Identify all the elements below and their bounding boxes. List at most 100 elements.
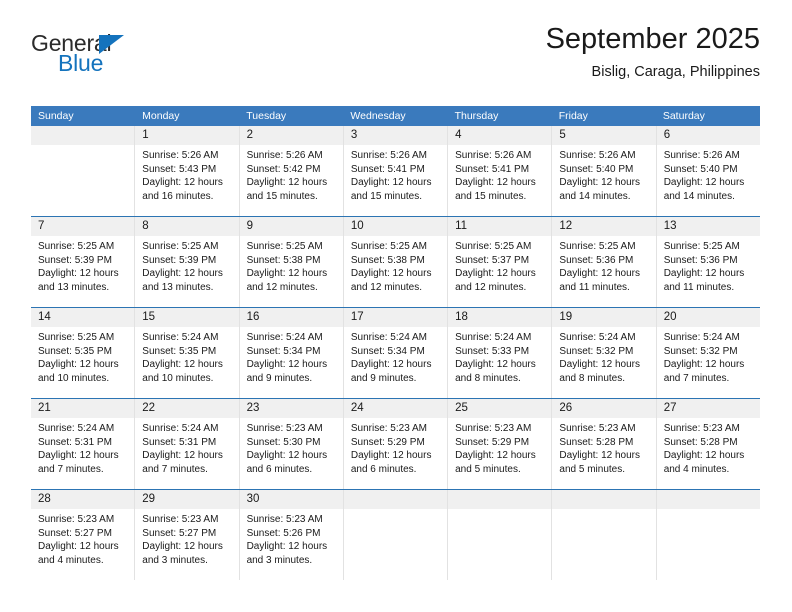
day-number [343,490,448,509]
day-cell-14[interactable]: 14 Sunrise: 5:25 AM Sunset: 5:35 PM Dayligh… [31,308,135,398]
day-cell-22[interactable]: 22 Sunrise: 5:24 AM Sunset: 5:31 PM Dayligh… [134,399,239,489]
sunrise-text: Sunrise: 5:23 AM [38,514,115,525]
daylight-text-line1: Daylight: 12 hours [142,177,223,189]
sunset-text: Sunset: 5:39 PM [38,254,112,266]
calendar-week-row: 21 Sunrise: 5:24 AM Sunset: 5:31 PM Dayligh… [31,398,760,489]
sunset-text: Sunset: 5:39 PM [142,254,217,266]
weekday-header-thursday: Thursday [454,110,499,122]
sunset-text: Sunset: 5:28 PM [663,436,738,448]
general-blue-logo[interactable]: General Blue [31,32,261,92]
day-cell-25[interactable]: 25 Sunrise: 5:23 AM Sunset: 5:29 PM Dayligh… [447,399,552,489]
sunset-text: Sunset: 5:42 PM [246,163,321,175]
sunrise-text: Sunrise: 5:23 AM [663,423,740,434]
day-cell-11[interactable]: 11 Sunrise: 5:25 AM Sunset: 5:37 PM Dayligh… [447,217,552,307]
logo-text-blue: Blue [58,50,104,76]
day-cell-3[interactable]: 3 Sunrise: 5:26 AM Sunset: 5:41 PM Daylight… [342,126,448,216]
page-title: September 2025 [545,23,760,55]
day-cell-5[interactable]: 5 Sunrise: 5:26 AM Sunset: 5:40 PM Daylight… [551,126,656,216]
daylight-text-line1: Daylight: 12 hours [663,359,745,371]
day-number: 9 [239,217,343,236]
day-cell-empty [31,126,135,216]
sunset-text: Sunset: 5:29 PM [455,436,530,448]
day-details: Sunrise: 5:23 AM Sunset: 5:28 PM Daylight:… [657,418,760,483]
day-details: Sunrise: 5:23 AM Sunset: 5:29 PM Daylight:… [448,418,551,483]
day-number: 30 [239,490,343,509]
daylight-text-line1: Daylight: 12 hours [559,359,641,371]
day-cell-9[interactable]: 9 Sunrise: 5:25 AM Sunset: 5:38 PM Daylight… [238,217,343,307]
sunset-text: Sunset: 5:40 PM [663,163,738,175]
sunrise-text: Sunrise: 5:23 AM [142,514,219,525]
sunset-text: Sunset: 5:36 PM [559,254,634,266]
day-cell-1[interactable]: 1 Sunrise: 5:26 AM Sunset: 5:43 PM Daylight… [134,126,239,216]
day-cell-7[interactable]: 7 Sunrise: 5:25 AM Sunset: 5:39 PM Daylight… [31,217,135,307]
daylight-text-line1: Daylight: 12 hours [38,541,119,553]
sunrise-text: Sunrise: 5:26 AM [142,150,219,161]
day-cell-28[interactable]: 28 Sunrise: 5:23 AM Sunset: 5:27 PM Dayligh… [31,490,135,580]
day-cell-30[interactable]: 30 Sunrise: 5:23 AM Sunset: 5:26 PM Dayligh… [238,490,343,580]
day-number [656,490,760,509]
day-details: Sunrise: 5:25 AM Sunset: 5:39 PM Daylight:… [135,236,238,301]
sunset-text: Sunset: 5:38 PM [350,254,425,266]
sunrise-text: Sunrise: 5:23 AM [455,423,532,434]
daylight-text-line2: and 4 minutes. [38,554,104,566]
day-cell-6[interactable]: 6 Sunrise: 5:26 AM Sunset: 5:40 PM Daylight… [655,126,760,216]
sunset-text: Sunset: 5:37 PM [455,254,530,266]
day-cell-19[interactable]: 19 Sunrise: 5:24 AM Sunset: 5:32 PM Dayligh… [551,308,656,398]
day-cell-26[interactable]: 26 Sunrise: 5:23 AM Sunset: 5:28 PM Dayligh… [551,399,656,489]
day-number: 2 [239,126,343,145]
calendar-week-row: 1 Sunrise: 5:26 AM Sunset: 5:43 PM Daylight… [31,126,760,216]
day-details: Sunrise: 5:26 AM Sunset: 5:42 PM Daylight:… [240,145,343,210]
day-number: 22 [135,399,239,418]
daylight-text-line2: and 7 minutes. [663,372,730,384]
day-cell-20[interactable]: 20 Sunrise: 5:24 AM Sunset: 5:32 PM Dayligh… [655,308,760,398]
day-cell-17[interactable]: 17 Sunrise: 5:24 AM Sunset: 5:34 PM Dayligh… [342,308,448,398]
daylight-text-line2: and 3 minutes. [142,554,208,566]
daylight-text-line1: Daylight: 12 hours [246,541,328,553]
daylight-text-line2: and 8 minutes. [559,372,626,384]
day-number: 24 [343,399,448,418]
daylight-text-line2: and 6 minutes. [246,463,313,475]
day-cell-empty [655,490,760,580]
day-cell-23[interactable]: 23 Sunrise: 5:23 AM Sunset: 5:30 PM Dayligh… [238,399,343,489]
daylight-text-line2: and 3 minutes. [246,554,313,566]
sunset-text: Sunset: 5:41 PM [350,163,425,175]
daylight-text-line1: Daylight: 12 hours [663,450,745,462]
day-cell-18[interactable]: 18 Sunrise: 5:24 AM Sunset: 5:33 PM Dayligh… [447,308,552,398]
day-cell-29[interactable]: 29 Sunrise: 5:23 AM Sunset: 5:27 PM Dayligh… [134,490,239,580]
daylight-text-line2: and 14 minutes. [663,190,735,202]
day-details: Sunrise: 5:23 AM Sunset: 5:29 PM Daylight:… [344,418,447,483]
day-details: Sunrise: 5:24 AM Sunset: 5:32 PM Daylight:… [552,327,655,392]
day-cell-12[interactable]: 12 Sunrise: 5:25 AM Sunset: 5:36 PM Dayligh… [551,217,656,307]
sunrise-text: Sunrise: 5:23 AM [350,423,427,434]
daylight-text-line1: Daylight: 12 hours [350,177,432,189]
day-cell-8[interactable]: 8 Sunrise: 5:25 AM Sunset: 5:39 PM Daylight… [134,217,239,307]
day-cell-24[interactable]: 24 Sunrise: 5:23 AM Sunset: 5:29 PM Dayligh… [342,399,448,489]
daylight-text-line1: Daylight: 12 hours [142,450,223,462]
day-cell-27[interactable]: 27 Sunrise: 5:23 AM Sunset: 5:28 PM Dayligh… [655,399,760,489]
sunset-text: Sunset: 5:30 PM [246,436,321,448]
daylight-text-line2: and 10 minutes. [38,372,110,384]
day-cell-15[interactable]: 15 Sunrise: 5:24 AM Sunset: 5:35 PM Dayligh… [134,308,239,398]
day-number [31,126,135,145]
day-cell-21[interactable]: 21 Sunrise: 5:24 AM Sunset: 5:31 PM Dayligh… [31,399,135,489]
day-number: 7 [31,217,135,236]
daylight-text-line2: and 7 minutes. [142,463,208,475]
weekday-header-friday: Friday [558,110,588,122]
day-cell-2[interactable]: 2 Sunrise: 5:26 AM Sunset: 5:42 PM Daylight… [238,126,343,216]
daylight-text-line2: and 14 minutes. [559,190,631,202]
sunrise-text: Sunrise: 5:24 AM [38,423,115,434]
sunset-text: Sunset: 5:34 PM [350,345,425,357]
calendar-grid: Sunday Monday Tuesday Wednesday Thursday Frid… [31,106,760,580]
daylight-text-line1: Daylight: 12 hours [38,450,119,462]
day-cell-4[interactable]: 4 Sunrise: 5:26 AM Sunset: 5:41 PM Daylight… [447,126,552,216]
daylight-text-line1: Daylight: 12 hours [663,268,745,280]
daylight-text-line2: and 5 minutes. [559,463,626,475]
day-cell-10[interactable]: 10 Sunrise: 5:25 AM Sunset: 5:38 PM Dayligh… [342,217,448,307]
sunrise-text: Sunrise: 5:25 AM [455,241,532,252]
day-cell-13[interactable]: 13 Sunrise: 5:25 AM Sunset: 5:36 PM Dayligh… [655,217,760,307]
day-cell-16[interactable]: 16 Sunrise: 5:24 AM Sunset: 5:34 PM Dayligh… [238,308,343,398]
day-number: 27 [656,399,760,418]
day-number: 17 [343,308,448,327]
day-details: Sunrise: 5:25 AM Sunset: 5:36 PM Daylight:… [552,236,655,301]
day-details: Sunrise: 5:23 AM Sunset: 5:30 PM Daylight:… [240,418,343,483]
